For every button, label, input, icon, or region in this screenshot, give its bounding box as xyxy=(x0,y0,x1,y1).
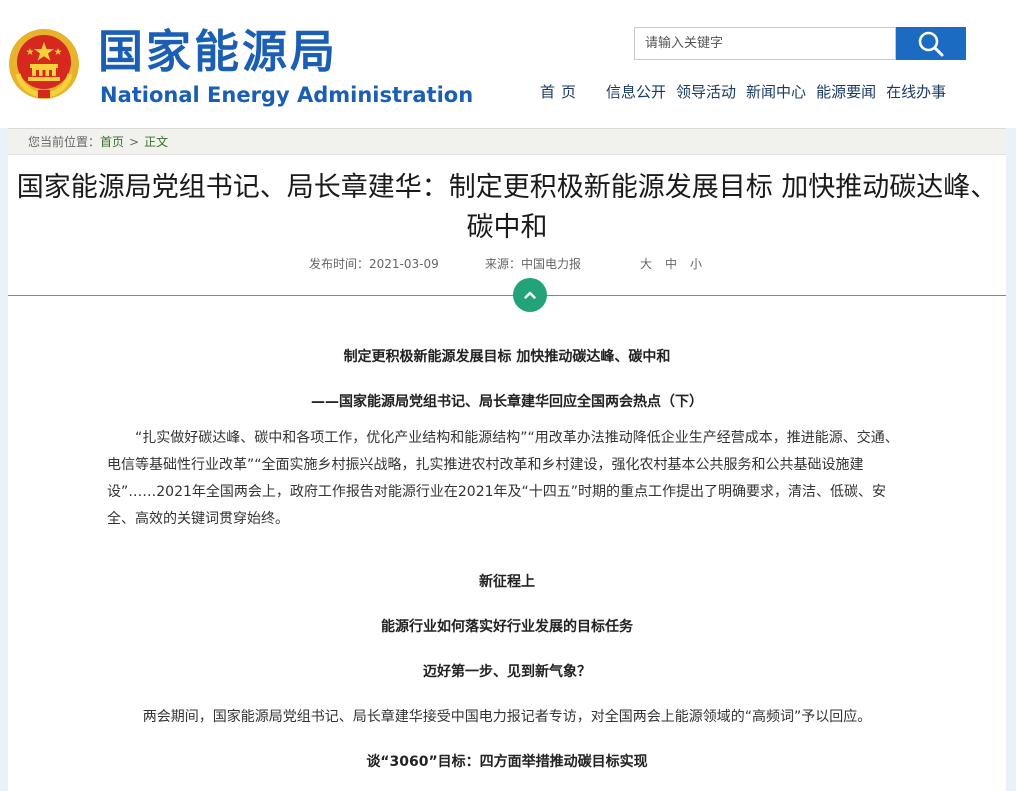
section-divider xyxy=(8,295,1006,296)
national-emblem-icon xyxy=(8,28,80,100)
article-title: 国家能源局党组书记、局长章建华：制定更积极新能源发展目标 加快推动碳达峰、碳中和 xyxy=(16,172,998,243)
article-paragraph-interview: 两会期间，国家能源局党组书记、局长章建华接受中国电力报记者专访，对全国两会上能源… xyxy=(142,709,872,725)
article-panel: 您当前位置：首页 > 正文 国家能源局党组书记、局长章建华：制定更积极新能源发展目标… xyxy=(8,128,1006,791)
publish-time: 发布时间：2021-03-09 xyxy=(309,256,439,272)
breadcrumb-home[interactable]: 首页 xyxy=(100,135,124,149)
font-size-medium[interactable]: 中 xyxy=(665,257,677,271)
source-name: 中国电力报 xyxy=(521,257,582,271)
article-heading-main: 制定更积极新能源发展目标 加快推动碳达峰、碳中和 xyxy=(343,349,671,365)
nav-leadership-activities[interactable]: 领导活动 xyxy=(676,82,736,102)
nav-online-services[interactable]: 在线办事 xyxy=(886,82,946,102)
collapse-toggle-button[interactable] xyxy=(513,278,547,312)
main-nav: 首页 信息公开 领导活动 新闻中心 能源要闻 在线办事 xyxy=(540,82,956,102)
article-heading-subtitle: ——国家能源局党组书记、局长章建华回应全国两会热点（下） xyxy=(311,394,703,410)
nav-news-center[interactable]: 新闻中心 xyxy=(746,82,806,102)
search-button[interactable] xyxy=(896,27,966,60)
article-paragraph-intro: “扎实做好碳达峰、碳中和各项工作，优化产业结构和能源结构”“用改革办法推动降低企… xyxy=(107,430,899,527)
article-heading-first-step: 迈好第一步、见到新气象？ xyxy=(423,664,591,680)
nav-info-disclosure[interactable]: 信息公开 xyxy=(606,82,666,102)
search-icon xyxy=(918,31,944,56)
article-heading-industry-goals: 能源行业如何落实好行业发展的目标任务 xyxy=(381,619,633,635)
site-title-chinese[interactable]: 国家能源局 xyxy=(98,26,338,78)
breadcrumb-current[interactable]: 正文 xyxy=(144,135,168,149)
article-heading-3060-goal: 谈“3060”目标：四方面举措推动碳目标实现 xyxy=(366,754,648,770)
publish-date: 2021-03-09 xyxy=(369,257,439,271)
nav-home[interactable]: 首页 xyxy=(540,82,582,102)
site-header: 国家能源局 National Energy Administration 首页 … xyxy=(0,0,1016,128)
article-heading-new-journey: 新征程上 xyxy=(479,574,535,590)
font-size-large[interactable]: 大 xyxy=(640,257,652,271)
search-box xyxy=(634,27,896,60)
nav-energy-news[interactable]: 能源要闻 xyxy=(816,82,876,102)
source-label: 来源： xyxy=(485,257,522,271)
chevron-up-icon xyxy=(524,291,536,299)
breadcrumb: 您当前位置：首页 > 正文 xyxy=(8,128,1006,155)
publish-label: 发布时间： xyxy=(309,257,370,271)
article-source: 来源：中国电力报 xyxy=(485,256,581,272)
breadcrumb-prefix: 您当前位置： xyxy=(28,135,101,149)
search-input[interactable] xyxy=(635,28,895,59)
font-size-switcher: 大中小 xyxy=(640,256,715,272)
chevron-right-icon: > xyxy=(129,135,140,149)
font-size-small[interactable]: 小 xyxy=(690,257,702,271)
site-title-english[interactable]: National Energy Administration xyxy=(100,82,473,108)
